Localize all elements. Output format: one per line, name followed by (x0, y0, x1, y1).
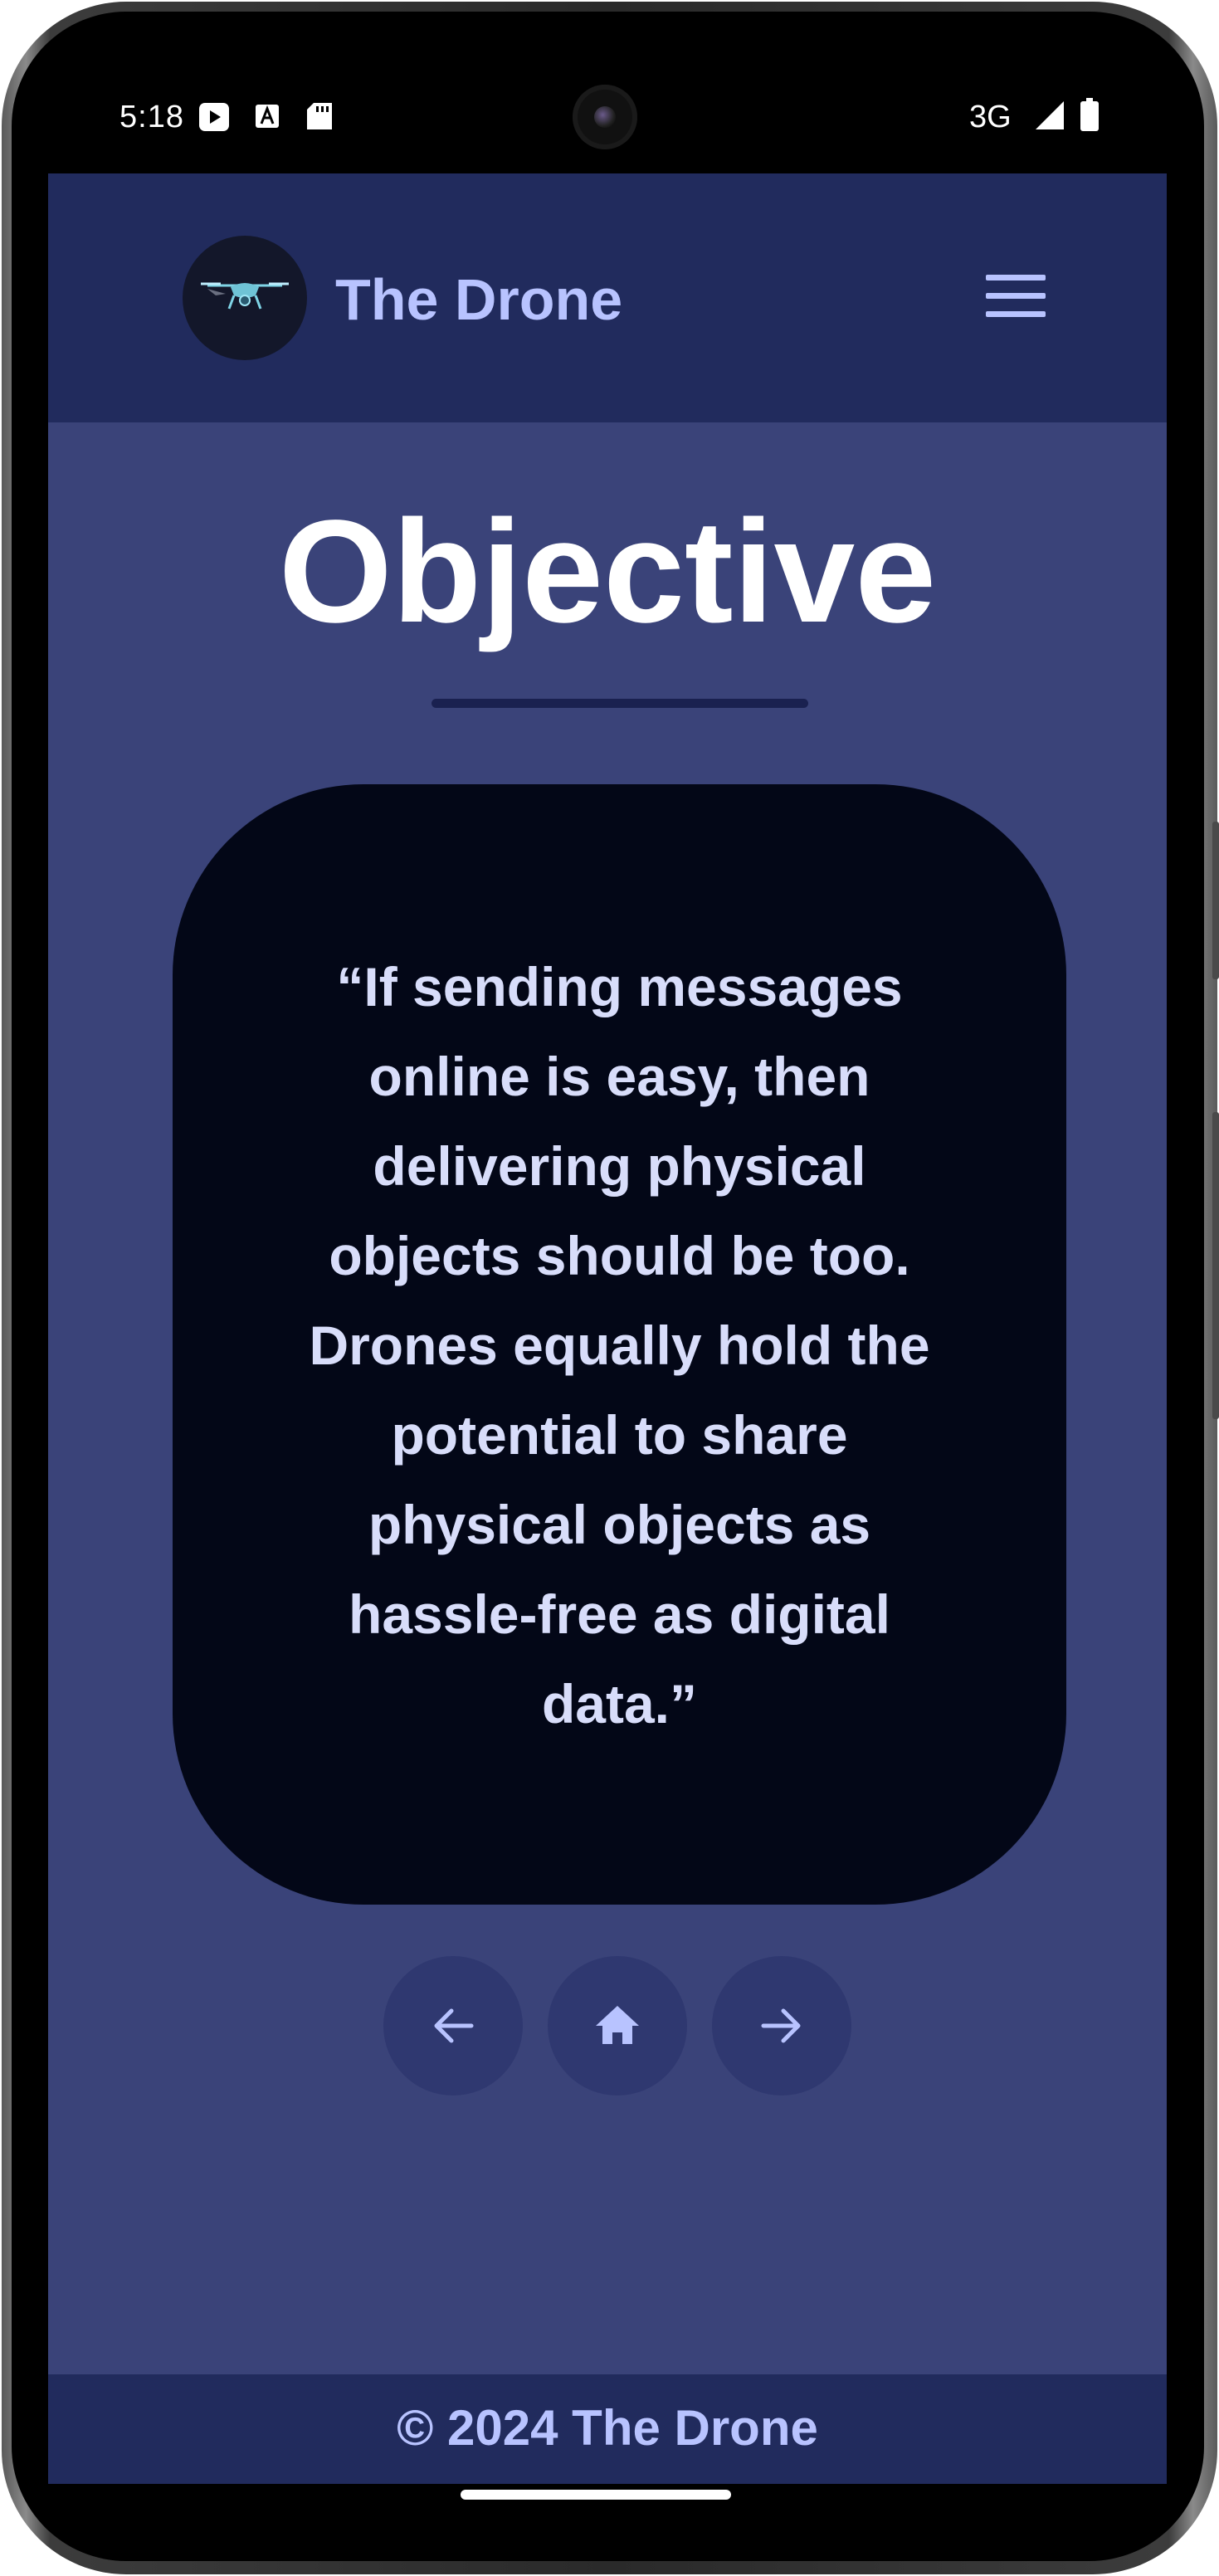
signal-icon (1036, 101, 1064, 134)
quote-text: “If sending messages online is easy, the… (309, 956, 930, 1734)
previous-button[interactable] (383, 1956, 523, 2095)
home-indicator[interactable] (461, 2490, 731, 2500)
network-type: 3G (969, 100, 1012, 134)
play-store-icon (199, 103, 229, 135)
arrow-right-icon (761, 2008, 801, 2043)
navigation-buttons (48, 1956, 1167, 2095)
status-time: 5:18 (119, 100, 184, 134)
volume-button (1212, 822, 1219, 979)
battery-icon (1080, 98, 1099, 135)
power-button (1212, 1112, 1219, 1419)
home-icon (596, 2006, 639, 2044)
phone-device: 5:18 3G The Drone Objective “If sending … (0, 0, 1219, 2576)
quote-card: “If sending messages online is easy, the… (173, 784, 1066, 1905)
hamburger-menu-icon[interactable] (986, 273, 1047, 321)
sd-card-icon (307, 103, 332, 134)
a-font-icon (254, 103, 280, 134)
home-button[interactable] (548, 1956, 687, 2095)
footer: © 2024 The Drone (48, 2374, 1167, 2484)
arrow-left-icon (434, 2008, 474, 2043)
screen: 5:18 3G The Drone Objective “If sending … (12, 12, 1204, 2561)
front-camera (573, 85, 637, 149)
header: The Drone (48, 173, 1167, 422)
status-bar: 5:18 3G (12, 12, 1204, 173)
brand-title[interactable]: The Drone (335, 266, 622, 333)
footer-copyright: © 2024 The Drone (397, 2400, 818, 2456)
page-title: Objective (278, 490, 937, 653)
title-underline (432, 699, 808, 708)
drone-logo-icon[interactable] (183, 236, 307, 360)
app-screen: The Drone Objective “If sending messages… (48, 173, 1167, 2484)
next-button[interactable] (712, 1956, 851, 2095)
